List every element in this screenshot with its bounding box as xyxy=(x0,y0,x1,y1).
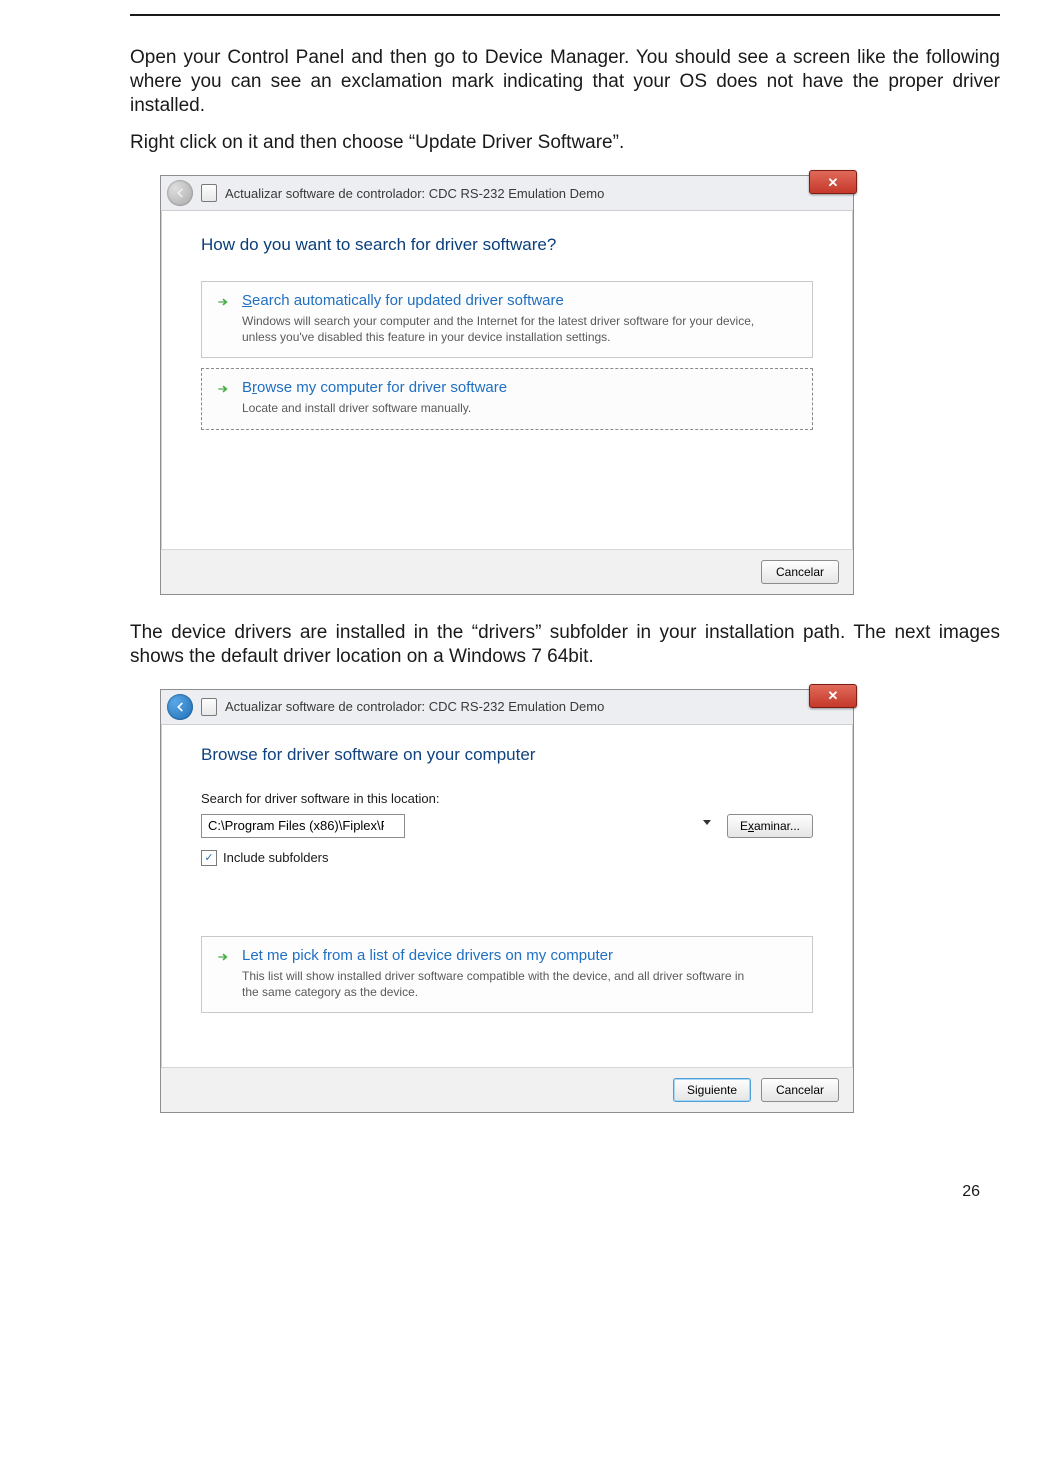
option-title: Search automatically for updated driver … xyxy=(242,292,798,309)
include-subfolders-label: Include subfolders xyxy=(223,850,329,865)
path-input[interactable] xyxy=(201,814,405,838)
option-description: This list will show installed driver sof… xyxy=(242,968,762,1000)
intro-paragraph-1: Open your Control Panel and then go to D… xyxy=(130,46,1000,117)
intro-paragraph-2: Right click on it and then choose “Updat… xyxy=(130,131,1000,155)
back-button[interactable] xyxy=(167,694,193,720)
chevron-down-icon xyxy=(703,820,711,825)
arrow-left-icon xyxy=(173,700,187,714)
driver-search-dialog: Actualizar software de controlador: CDC … xyxy=(160,175,854,595)
close-icon: ✕ xyxy=(828,689,839,702)
option-description: Windows will search your computer and th… xyxy=(242,313,762,345)
option-search-automatically[interactable]: Search automatically for updated driver … xyxy=(201,281,813,358)
option-title: Browse my computer for driver software xyxy=(242,379,798,396)
dialog-footer: Siguiente Cancelar xyxy=(161,1067,853,1112)
dialog-titlebar: Actualizar software de controlador: CDC … xyxy=(161,176,853,211)
dialog-heading: How do you want to search for driver sof… xyxy=(201,235,813,255)
top-rule xyxy=(130,14,1000,16)
close-icon: ✕ xyxy=(828,176,839,189)
path-combobox[interactable] xyxy=(201,814,717,838)
next-button[interactable]: Siguiente xyxy=(673,1078,751,1102)
include-subfolders-checkbox[interactable]: ✓ xyxy=(201,850,217,866)
dialog-title: Actualizar software de controlador: CDC … xyxy=(225,186,604,201)
arrow-right-icon xyxy=(216,382,230,396)
footer-page-number: 26 xyxy=(962,1183,980,1201)
dialog-title: Actualizar software de controlador: CDC … xyxy=(225,699,604,714)
arrow-right-icon xyxy=(216,295,230,309)
close-button[interactable]: ✕ xyxy=(809,170,857,194)
close-button[interactable]: ✕ xyxy=(809,684,857,708)
dialog-heading: Browse for driver software on your compu… xyxy=(201,745,813,765)
option-title: Let me pick from a list of device driver… xyxy=(242,947,798,964)
driver-browse-dialog: Actualizar software de controlador: CDC … xyxy=(160,689,854,1113)
browse-button-label: Examinar... xyxy=(740,819,800,833)
arrow-left-icon xyxy=(173,186,187,200)
dialog-body: Browse for driver software on your compu… xyxy=(161,725,853,1067)
dialog-body: How do you want to search for driver sof… xyxy=(161,211,853,549)
include-subfolders-row[interactable]: ✓ Include subfolders xyxy=(201,850,813,866)
option-pick-from-list[interactable]: Let me pick from a list of device driver… xyxy=(201,936,813,1013)
device-icon xyxy=(201,698,217,716)
option-description: Locate and install driver software manua… xyxy=(242,400,762,416)
dialog-titlebar: Actualizar software de controlador: CDC … xyxy=(161,690,853,725)
cancel-button[interactable]: Cancelar xyxy=(761,1078,839,1102)
dialog-footer: Cancelar xyxy=(161,549,853,594)
option-browse-computer[interactable]: Browse my computer for driver software L… xyxy=(201,368,813,429)
path-field-label: Search for driver software in this locat… xyxy=(201,791,813,806)
cancel-button[interactable]: Cancelar xyxy=(761,560,839,584)
device-icon xyxy=(201,184,217,202)
middle-paragraph: The device drivers are installed in the … xyxy=(130,621,1000,669)
back-button[interactable] xyxy=(167,180,193,206)
arrow-right-icon xyxy=(216,950,230,964)
browse-button[interactable]: Examinar... xyxy=(727,814,813,838)
